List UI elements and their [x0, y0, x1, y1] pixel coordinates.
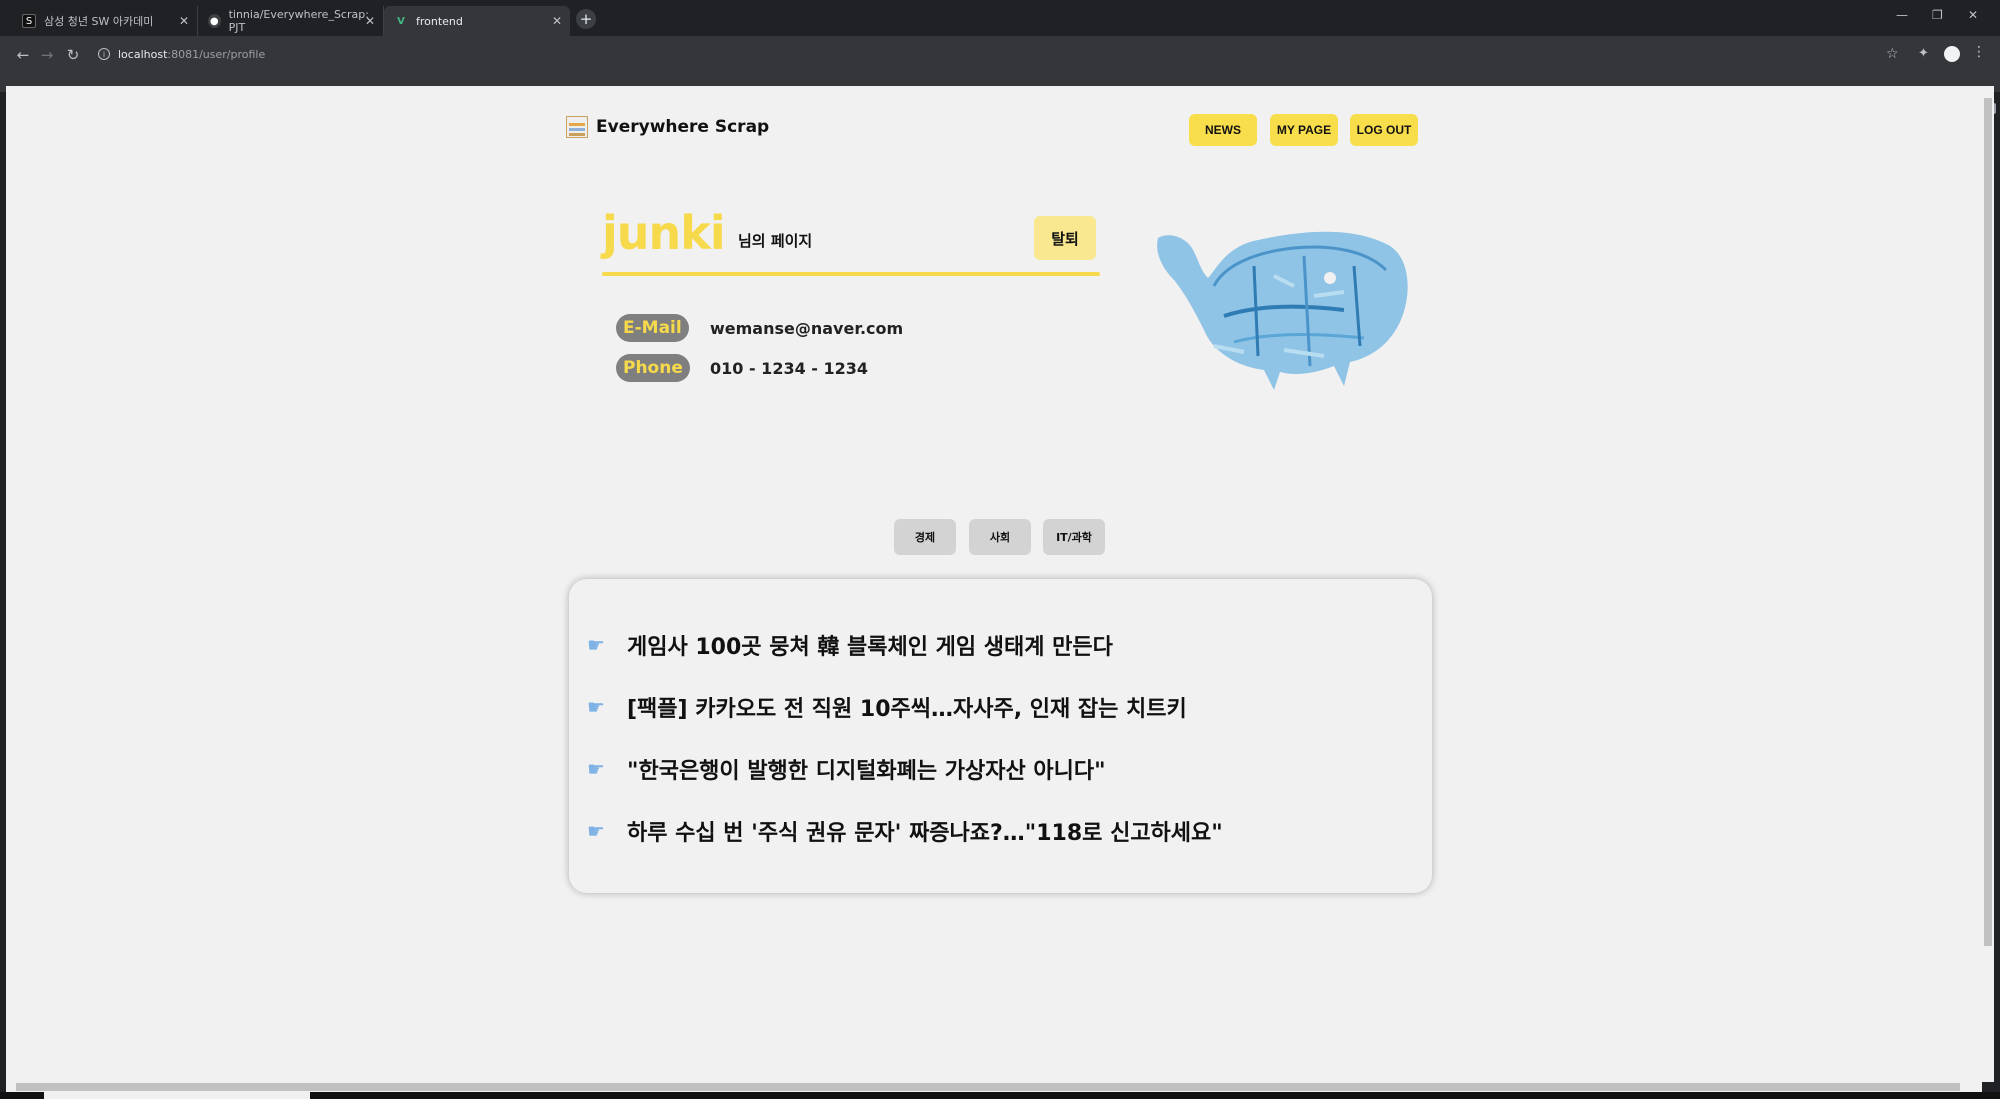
- news-title[interactable]: "한국은행이 발행한 디지털화폐는 가상자산 아니다": [627, 753, 1106, 785]
- tab-title: 삼성 청년 SW 아카데미: [44, 15, 154, 28]
- email-value: wemanse@naver.com: [710, 318, 904, 338]
- pointing-hand-icon: ☛: [587, 819, 605, 843]
- close-icon[interactable]: ✕: [179, 14, 189, 28]
- vue-icon: V: [397, 15, 405, 27]
- news-list-card: ☛ 게임사 100곳 뭉쳐 韓 블록체인 게임 생태계 만든다 ☛ [팩플] 카…: [569, 579, 1432, 893]
- divider: [602, 272, 1100, 276]
- extensions-icon[interactable]: ✦: [1918, 46, 1929, 61]
- site-logo[interactable]: Everywhere Scrap: [566, 116, 769, 138]
- page-content: Everywhere Scrap NEWS MY PAGE LOG OUT ju…: [6, 86, 1982, 1082]
- taskbar: [0, 1092, 2000, 1099]
- withdraw-button[interactable]: 탈퇴: [1034, 216, 1096, 260]
- close-icon[interactable]: ✕: [552, 14, 562, 28]
- restore-icon[interactable]: ❐: [1932, 8, 1943, 22]
- my-page-button[interactable]: MY PAGE: [1270, 114, 1338, 146]
- news-title[interactable]: 하루 수십 번 '주식 권유 문자' 짜증나죠?…"118로 신고하세요": [627, 815, 1223, 847]
- news-item[interactable]: ☛ 게임사 100곳 뭉쳐 韓 블록체인 게임 생태계 만든다: [587, 629, 1113, 661]
- logout-button[interactable]: LOG OUT: [1350, 114, 1418, 146]
- vertical-scrollbar[interactable]: [1982, 86, 1994, 1082]
- back-icon[interactable]: ←: [12, 44, 34, 66]
- browser-tab-active[interactable]: V frontend ✕: [384, 6, 570, 36]
- username: junki: [602, 206, 726, 260]
- news-item[interactable]: ☛ [팩플] 카카오도 전 직원 10주씩…자사주, 인재 잡는 치트키: [587, 691, 1187, 723]
- minimize-icon[interactable]: —: [1896, 8, 1908, 22]
- site-info-icon[interactable]: i: [98, 48, 110, 60]
- news-item[interactable]: ☛ 하루 수십 번 '주식 권유 문자' 짜증나죠?…"118로 신고하세요": [587, 815, 1223, 847]
- window-close-icon[interactable]: ✕: [1968, 8, 1978, 22]
- browser-toolbar: ← → ↻ i localhost:8081/user/profile ☆ ✦ …: [0, 36, 2000, 116]
- logo-text: Everywhere Scrap: [596, 117, 770, 137]
- github-icon: ●: [208, 14, 221, 28]
- scrollbar-thumb[interactable]: [1984, 98, 1992, 946]
- category-it-science-button[interactable]: IT/과학: [1043, 519, 1105, 555]
- newspaper-icon: [566, 116, 588, 138]
- forward-icon[interactable]: →: [36, 44, 58, 66]
- category-economy-button[interactable]: 경제: [894, 519, 956, 555]
- pointing-hand-icon: ☛: [587, 633, 605, 657]
- news-item[interactable]: ☛ "한국은행이 발행한 디지털화폐는 가상자산 아니다": [587, 753, 1106, 785]
- email-label: E-Mail: [616, 314, 689, 342]
- browser-tab[interactable]: S 삼성 청년 SW 아카데미 ✕: [12, 6, 198, 36]
- phone-label: Phone: [616, 354, 690, 382]
- url-path: :8081/user/profile: [167, 47, 266, 61]
- whale-wordcloud-image: [1157, 231, 1408, 390]
- news-button[interactable]: NEWS: [1189, 114, 1257, 146]
- browser-tab[interactable]: ● tinnia/Everywhere_Scrap: PJT ✕: [198, 6, 384, 36]
- scrollbar-thumb[interactable]: [16, 1083, 1960, 1091]
- profile-avatar-icon[interactable]: [1944, 46, 1960, 62]
- tab-title: tinnia/Everywhere_Scrap: PJT: [228, 8, 369, 34]
- news-title[interactable]: [팩플] 카카오도 전 직원 10주씩…자사주, 인재 잡는 치트키: [627, 691, 1187, 723]
- phone-value: 010 - 1234 - 1234: [710, 358, 869, 378]
- reload-icon[interactable]: ↻: [62, 44, 84, 66]
- taskbar-item[interactable]: [44, 1092, 310, 1099]
- ssafy-icon: S: [22, 14, 36, 28]
- close-icon[interactable]: ✕: [365, 14, 375, 28]
- pointing-hand-icon: ☛: [587, 757, 605, 781]
- url-host: localhost: [118, 47, 168, 61]
- menu-icon[interactable]: ⋮: [1972, 44, 1986, 60]
- browser-tab-strip: S 삼성 청년 SW 아카데미 ✕ ● tinnia/Everywhere_Sc…: [0, 0, 2000, 36]
- horizontal-scrollbar[interactable]: [6, 1082, 1982, 1092]
- new-tab-button[interactable]: +: [576, 9, 596, 29]
- page-suffix: 님의 페이지: [738, 232, 813, 250]
- pointing-hand-icon: ☛: [587, 695, 605, 719]
- category-society-button[interactable]: 사회: [969, 519, 1031, 555]
- news-title[interactable]: 게임사 100곳 뭉쳐 韓 블록체인 게임 생태계 만든다: [627, 629, 1113, 661]
- address-bar[interactable]: i localhost:8081/user/profile: [88, 40, 1898, 68]
- phone-row: Phone 010 - 1234 - 1234: [616, 354, 868, 382]
- email-row: E-Mail wemanse@naver.com: [616, 314, 903, 342]
- tab-title: frontend: [416, 14, 463, 28]
- bookmark-star-icon[interactable]: ☆: [1886, 46, 1899, 62]
